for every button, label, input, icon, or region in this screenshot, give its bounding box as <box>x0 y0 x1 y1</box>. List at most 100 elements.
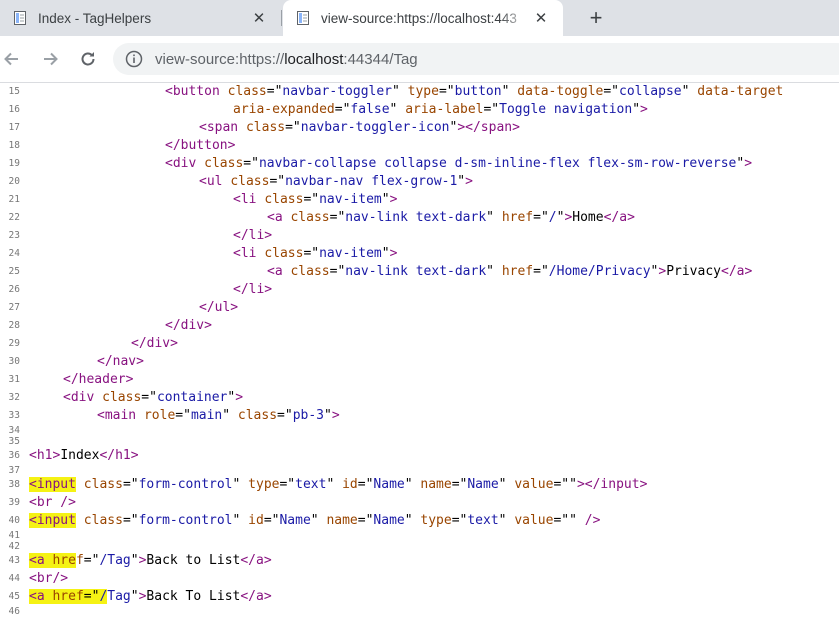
code-token: f <box>75 553 84 568</box>
code-token: navbar-toggler-icon <box>300 120 450 135</box>
code-token: > <box>389 192 398 207</box>
code-token: class <box>83 513 123 528</box>
code-token: <li <box>233 192 265 207</box>
source-line: 41 <box>0 530 839 541</box>
arrow-left-icon <box>4 52 18 66</box>
source-line: 15 <button class="navbar-toggler" type="b… <box>0 83 839 101</box>
tab-view-source[interactable]: view-source:https://localhost:443 ✕ <box>283 0 563 36</box>
code-token: =" <box>277 408 293 423</box>
document-icon <box>297 11 309 25</box>
code-token: class <box>290 210 330 225</box>
line-code: <input class="form-control" type="text" … <box>29 476 647 494</box>
line-number: 32 <box>8 392 20 403</box>
code-token: collapse <box>619 84 682 99</box>
line-code: </div> <box>165 317 212 335</box>
code-token: id <box>342 477 358 492</box>
back-button[interactable] <box>0 47 24 71</box>
tab-index-taghelpers[interactable]: Index - TagHelpers ✕ <box>0 0 281 36</box>
code-token: " <box>222 408 238 423</box>
code-token: =" <box>279 477 296 492</box>
source-line: 25 <a class="nav-link text-dark" href="/H… <box>0 263 839 281</box>
source-line: 29 </div> <box>0 335 839 353</box>
code-token: class <box>83 477 123 492</box>
line-number: 44 <box>8 573 20 584</box>
line-number: 17 <box>8 122 20 133</box>
code-token: nav-item <box>319 192 382 207</box>
line-code: <div class="navbar-collapse collapse d-s… <box>165 155 752 173</box>
source-line: 26 </li> <box>0 281 839 299</box>
code-token: =" <box>603 84 619 99</box>
code-token: " <box>324 408 332 423</box>
tab-strip: Index - TagHelpers ✕ view-source:https:/… <box>0 0 839 36</box>
line-number: 22 <box>8 212 20 223</box>
code-token: </a> <box>603 210 635 225</box>
source-line: 32 <div class="container"> <box>0 389 839 407</box>
url-host: localhost <box>284 50 344 68</box>
code-token: name <box>326 513 358 528</box>
code-token: <div <box>63 390 103 405</box>
line-code: <br /> <box>29 494 76 512</box>
line-number: 19 <box>8 158 20 169</box>
line-code: <h1>Index</h1> <box>29 447 139 465</box>
code-token: Toggle navigation <box>499 102 633 117</box>
plus-icon: + <box>589 5 603 30</box>
code-token: role <box>143 408 176 423</box>
code-token: " <box>381 246 390 261</box>
line-number: 35 <box>8 436 20 447</box>
code-token: class <box>227 84 267 99</box>
code-token: =" <box>285 120 301 135</box>
code-token: aria-label <box>405 102 484 117</box>
code-token: form-control <box>138 513 233 528</box>
line-number: 31 <box>8 374 20 385</box>
line-code: <input class="form-control" id="Name" na… <box>29 512 600 530</box>
info-icon[interactable] <box>125 50 143 68</box>
source-line: 30 </nav> <box>0 353 839 371</box>
line-code: <span class="navbar-toggler-icon"></span… <box>199 119 520 137</box>
reload-button[interactable] <box>76 47 100 71</box>
code-token: id <box>248 513 264 528</box>
line-code: <button class="navbar-toggler" type="but… <box>165 83 783 101</box>
url-text[interactable]: view-source:https://localhost:44344/Tag <box>155 51 418 68</box>
code-token: Back To List <box>146 589 241 604</box>
code-token: Home <box>572 210 604 225</box>
line-number: 25 <box>8 266 20 277</box>
close-icon[interactable]: ✕ <box>531 8 551 28</box>
code-token: container <box>156 390 228 405</box>
line-number: 30 <box>8 356 20 367</box>
code-token: </h1> <box>99 448 139 463</box>
line-code: </ul> <box>199 299 238 317</box>
code-token: class <box>204 156 244 171</box>
code-token: =" <box>357 477 374 492</box>
source-line: 45 <a href="/Tag">Back To List</a> <box>0 588 839 606</box>
source-view: 15 <button class="navbar-toggler" type="b… <box>0 83 839 634</box>
code-token: </li> <box>233 282 273 297</box>
code-token: > <box>465 174 473 189</box>
browser-toolbar: view-source:https://localhost:44344/Tag <box>0 36 839 83</box>
code-token: <main <box>97 408 144 423</box>
address-bar[interactable]: view-source:https://localhost:44344/Tag <box>113 43 839 75</box>
line-number: 26 <box>8 284 20 295</box>
source-line: 21 <li class="nav-item"> <box>0 191 839 209</box>
line-number: 33 <box>8 410 20 421</box>
close-icon[interactable]: ✕ <box>249 8 269 28</box>
url-scheme: view-source:https:// <box>155 50 285 68</box>
code-token: Tag <box>107 589 131 604</box>
code-token: <br/> <box>29 571 69 586</box>
source-line: 17 <span class="navbar-toggler-icon"></sp… <box>0 119 839 137</box>
code-token: =" <box>329 264 346 279</box>
forward-button[interactable] <box>38 47 62 71</box>
line-number: 15 <box>8 86 20 97</box>
code-token: nav-link text-dark <box>345 264 487 279</box>
code-token: Name <box>373 513 405 528</box>
code-token: </nav> <box>97 354 144 369</box>
code-token: " <box>681 84 698 99</box>
code-token: Name <box>373 477 405 492</box>
code-token: " <box>404 477 421 492</box>
source-line: 24 <li class="nav-item"> <box>0 245 839 263</box>
line-number: 39 <box>8 497 20 508</box>
new-tab-button[interactable]: + <box>584 5 608 30</box>
source-line: 19 <div class="navbar-collapse collapse d… <box>0 155 839 173</box>
line-number: 27 <box>8 302 20 313</box>
code-token: =" <box>533 210 549 225</box>
code-token: <h1> <box>29 448 61 463</box>
